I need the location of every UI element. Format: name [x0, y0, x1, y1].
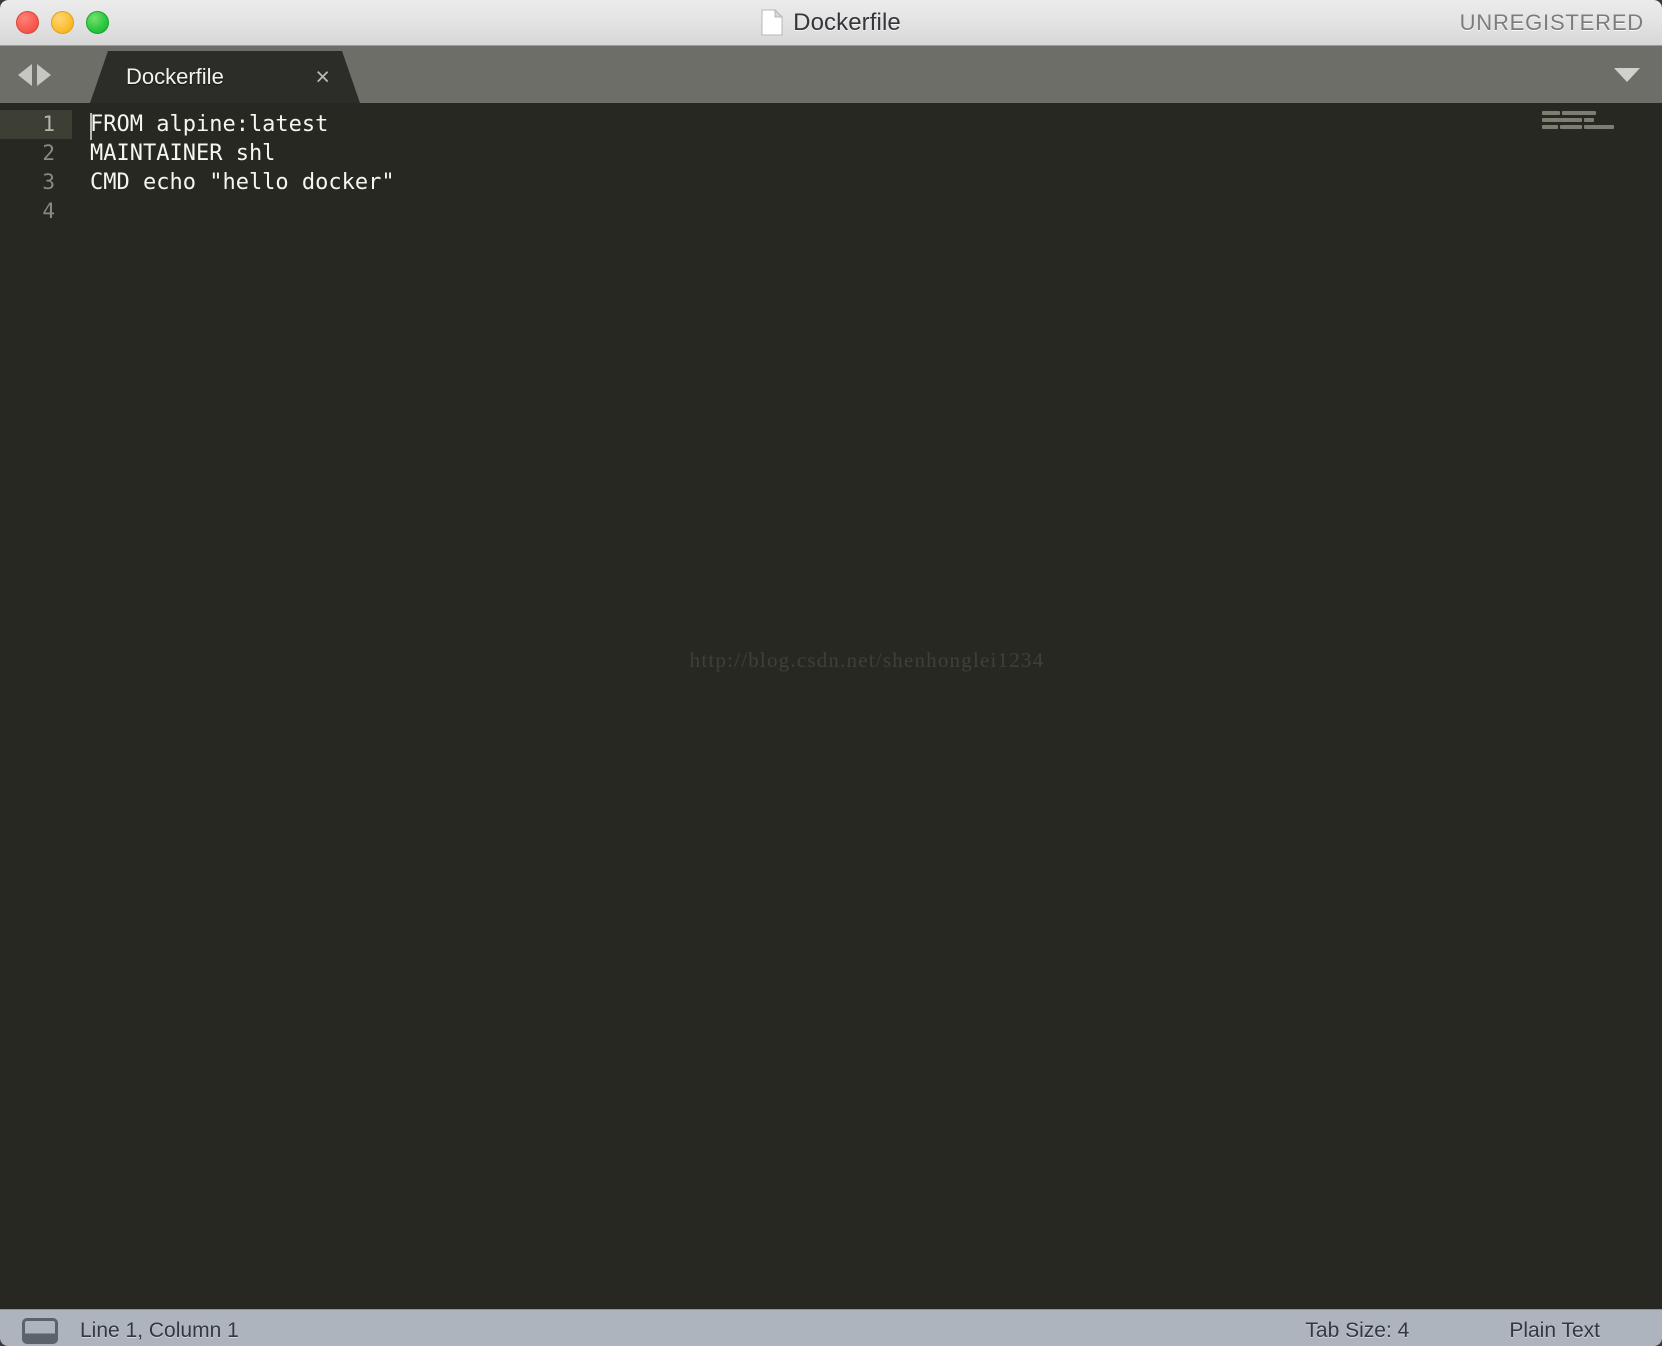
code-line[interactable]: MAINTAINER shl [72, 139, 1662, 168]
tab-size-status[interactable]: Tab Size: 4 [1305, 1319, 1409, 1343]
minimize-window-button[interactable] [51, 11, 74, 34]
close-window-button[interactable] [16, 11, 39, 34]
chevron-down-icon[interactable] [1614, 67, 1640, 82]
tab-label: Dockerfile [126, 64, 224, 89]
license-badge: UNREGISTERED [1459, 9, 1644, 35]
minimap-line [1542, 111, 1652, 116]
tab-navigation-arrows [18, 63, 51, 86]
syntax-mode-status[interactable]: Plain Text [1509, 1319, 1600, 1343]
line-number-gutter: 1 2 3 4 [0, 103, 72, 1309]
console-panel-icon[interactable] [22, 1317, 58, 1344]
line-number: 3 [42, 170, 55, 194]
document-icon [761, 9, 784, 36]
editor-area[interactable]: 1 2 3 4 FROM alpine:latest MAINTAINER sh… [0, 103, 1662, 1309]
cursor-position-status: Line 1, Column 1 [80, 1318, 239, 1342]
line-number: 4 [42, 199, 55, 223]
page-title: Dockerfile [793, 8, 901, 36]
tab-bar: Dockerfile × [0, 46, 1662, 103]
code-line[interactable]: FROM alpine:latest [72, 110, 1662, 139]
triangle-left-icon[interactable] [18, 63, 32, 86]
code-content[interactable]: FROM alpine:latest MAINTAINER shl CMD ec… [72, 103, 1662, 1309]
code-line[interactable] [72, 197, 1662, 226]
triangle-right-icon[interactable] [37, 63, 51, 86]
status-bar-right-group: Tab Size: 4 Plain Text [1305, 1319, 1662, 1343]
tab-dockerfile[interactable]: Dockerfile × [90, 51, 360, 103]
tab-strip: Dockerfile × [90, 46, 360, 103]
minimap-line [1542, 118, 1652, 123]
window-titlebar: Dockerfile UNREGISTERED [0, 0, 1662, 46]
sublime-text-window: Dockerfile UNREGISTERED Dockerfile × 1 2… [0, 0, 1662, 1346]
status-bar: Line 1, Column 1 Tab Size: 4 Plain Text [0, 1309, 1662, 1346]
minimap-preview[interactable] [1542, 111, 1652, 132]
maximize-window-button[interactable] [86, 11, 109, 34]
line-number: 1 [0, 110, 72, 139]
line-number: 2 [42, 141, 55, 165]
traffic-light-group [0, 11, 109, 34]
window-title-group: Dockerfile [0, 0, 1662, 45]
close-icon[interactable]: × [315, 64, 330, 90]
code-line[interactable]: CMD echo "hello docker" [72, 168, 1662, 197]
watermark-text: http://blog.csdn.net/shenhonglei1234 [689, 648, 1045, 672]
minimap-line [1542, 125, 1652, 130]
